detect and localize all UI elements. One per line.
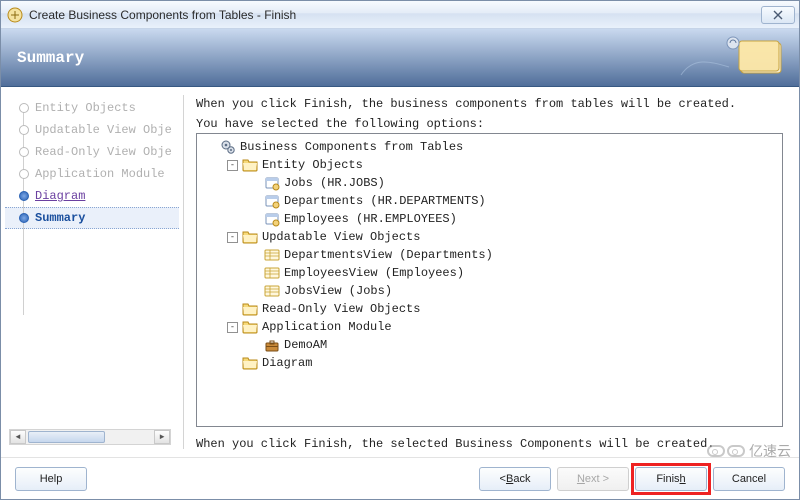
tree-row[interactable]: Departments (HR.DEPARTMENTS) (205, 192, 778, 210)
nav-dot-icon (19, 191, 29, 201)
folder-icon (242, 229, 258, 245)
vertical-divider (183, 95, 184, 449)
footer-note: When you click Finish, the selected Busi… (196, 437, 783, 451)
wizard-window: Create Business Components from Tables -… (0, 0, 800, 500)
help-button[interactable]: Help (15, 467, 87, 491)
tree-label: DemoAM (284, 338, 327, 352)
next-button: Next > (557, 467, 629, 491)
tree-row[interactable]: Diagram (205, 354, 778, 372)
close-icon (772, 10, 784, 20)
folder-icon (242, 319, 258, 335)
tree-label: JobsView (Jobs) (284, 284, 392, 298)
back-button[interactable]: < Back (479, 467, 551, 491)
tree-toggle[interactable]: - (227, 160, 238, 171)
am-icon (264, 337, 280, 353)
tree-label: Read-Only View Objects (262, 302, 420, 316)
banner-title: Summary (17, 49, 84, 67)
tree-row[interactable]: DepartmentsView (Departments) (205, 246, 778, 264)
main-panel: When you click Finish, the business comp… (188, 87, 799, 457)
tree-row[interactable]: EmployeesView (Employees) (205, 264, 778, 282)
components-icon (220, 139, 236, 155)
button-bar: Help < Back Next > Finish Cancel (1, 457, 799, 499)
tree-toggle[interactable]: - (227, 232, 238, 243)
tree-row[interactable]: - Entity Objects (205, 156, 778, 174)
intro-text: When you click Finish, the business comp… (196, 97, 783, 111)
titlebar[interactable]: Create Business Components from Tables -… (1, 1, 799, 29)
tree-label: EmployeesView (Employees) (284, 266, 464, 280)
tree-label: Business Components from Tables (240, 140, 463, 154)
entity-icon (264, 193, 280, 209)
nav-step: Updatable View Obje (5, 119, 179, 141)
tree-row[interactable]: Read-Only View Objects (205, 300, 778, 318)
window-title: Create Business Components from Tables -… (29, 8, 761, 22)
nav-step-label: Read-Only View Obje (35, 145, 172, 159)
tree-toggle[interactable]: - (227, 322, 238, 333)
banner: Summary (1, 29, 799, 87)
wizard-nav: Entity Objects Updatable View Obje Read-On… (1, 87, 179, 457)
tree-label: Application Module (262, 320, 392, 334)
close-button[interactable] (761, 6, 795, 24)
selected-label: You have selected the following options: (196, 117, 783, 131)
tree-row[interactable]: Business Components from Tables (205, 138, 778, 156)
nav-step[interactable]: Diagram (5, 185, 179, 207)
entity-icon (264, 175, 280, 191)
cancel-button[interactable]: Cancel (713, 467, 785, 491)
folder-icon (242, 301, 258, 317)
nav-step: Read-Only View Obje (5, 141, 179, 163)
nav-dot-icon (19, 147, 29, 157)
tree-row[interactable]: DemoAM (205, 336, 778, 354)
tree-label: Entity Objects (262, 158, 363, 172)
tree-row[interactable]: Jobs (HR.JOBS) (205, 174, 778, 192)
view-icon (264, 265, 280, 281)
tree-label: Employees (HR.EMPLOYEES) (284, 212, 457, 226)
folder-icon (242, 355, 258, 371)
body: Entity Objects Updatable View Obje Read-On… (1, 87, 799, 457)
tree-row[interactable]: JobsView (Jobs) (205, 282, 778, 300)
tree-label: Departments (HR.DEPARTMENTS) (284, 194, 486, 208)
nav-dot-icon (19, 169, 29, 179)
banner-decor-icon (671, 35, 791, 81)
nav-step[interactable]: Summary (5, 207, 179, 229)
scroll-track[interactable] (26, 430, 154, 444)
nav-step-label: Summary (35, 211, 85, 225)
nav-scrollbar[interactable]: ◄ ► (9, 429, 171, 445)
tree-label: Diagram (262, 356, 312, 370)
scroll-right-icon[interactable]: ► (154, 430, 170, 444)
tree-label: DepartmentsView (Departments) (284, 248, 493, 262)
scroll-thumb[interactable] (28, 431, 105, 443)
entity-icon (264, 211, 280, 227)
nav-dot-icon (19, 125, 29, 135)
tree-label: Jobs (HR.JOBS) (284, 176, 385, 190)
nav-step: Application Module (5, 163, 179, 185)
tree-label: Updatable View Objects (262, 230, 420, 244)
folder-icon (242, 157, 258, 173)
nav-step-label: Entity Objects (35, 101, 136, 115)
nav-connector (23, 105, 24, 315)
options-tree[interactable]: Business Components from Tables-Entity O… (196, 133, 783, 427)
tree-row[interactable]: Employees (HR.EMPLOYEES) (205, 210, 778, 228)
nav-dot-icon (19, 103, 29, 113)
tree-row[interactable]: - Updatable View Objects (205, 228, 778, 246)
nav-step-label: Diagram (35, 189, 85, 203)
tree-row[interactable]: - Application Module (205, 318, 778, 336)
view-icon (264, 283, 280, 299)
nav-step-label: Updatable View Obje (35, 123, 172, 137)
nav-step: Entity Objects (5, 97, 179, 119)
finish-button[interactable]: Finish (635, 467, 707, 491)
scroll-left-icon[interactable]: ◄ (10, 430, 26, 444)
app-icon (7, 7, 23, 23)
view-icon (264, 247, 280, 263)
nav-step-label: Application Module (35, 167, 165, 181)
nav-dot-icon (19, 213, 29, 223)
